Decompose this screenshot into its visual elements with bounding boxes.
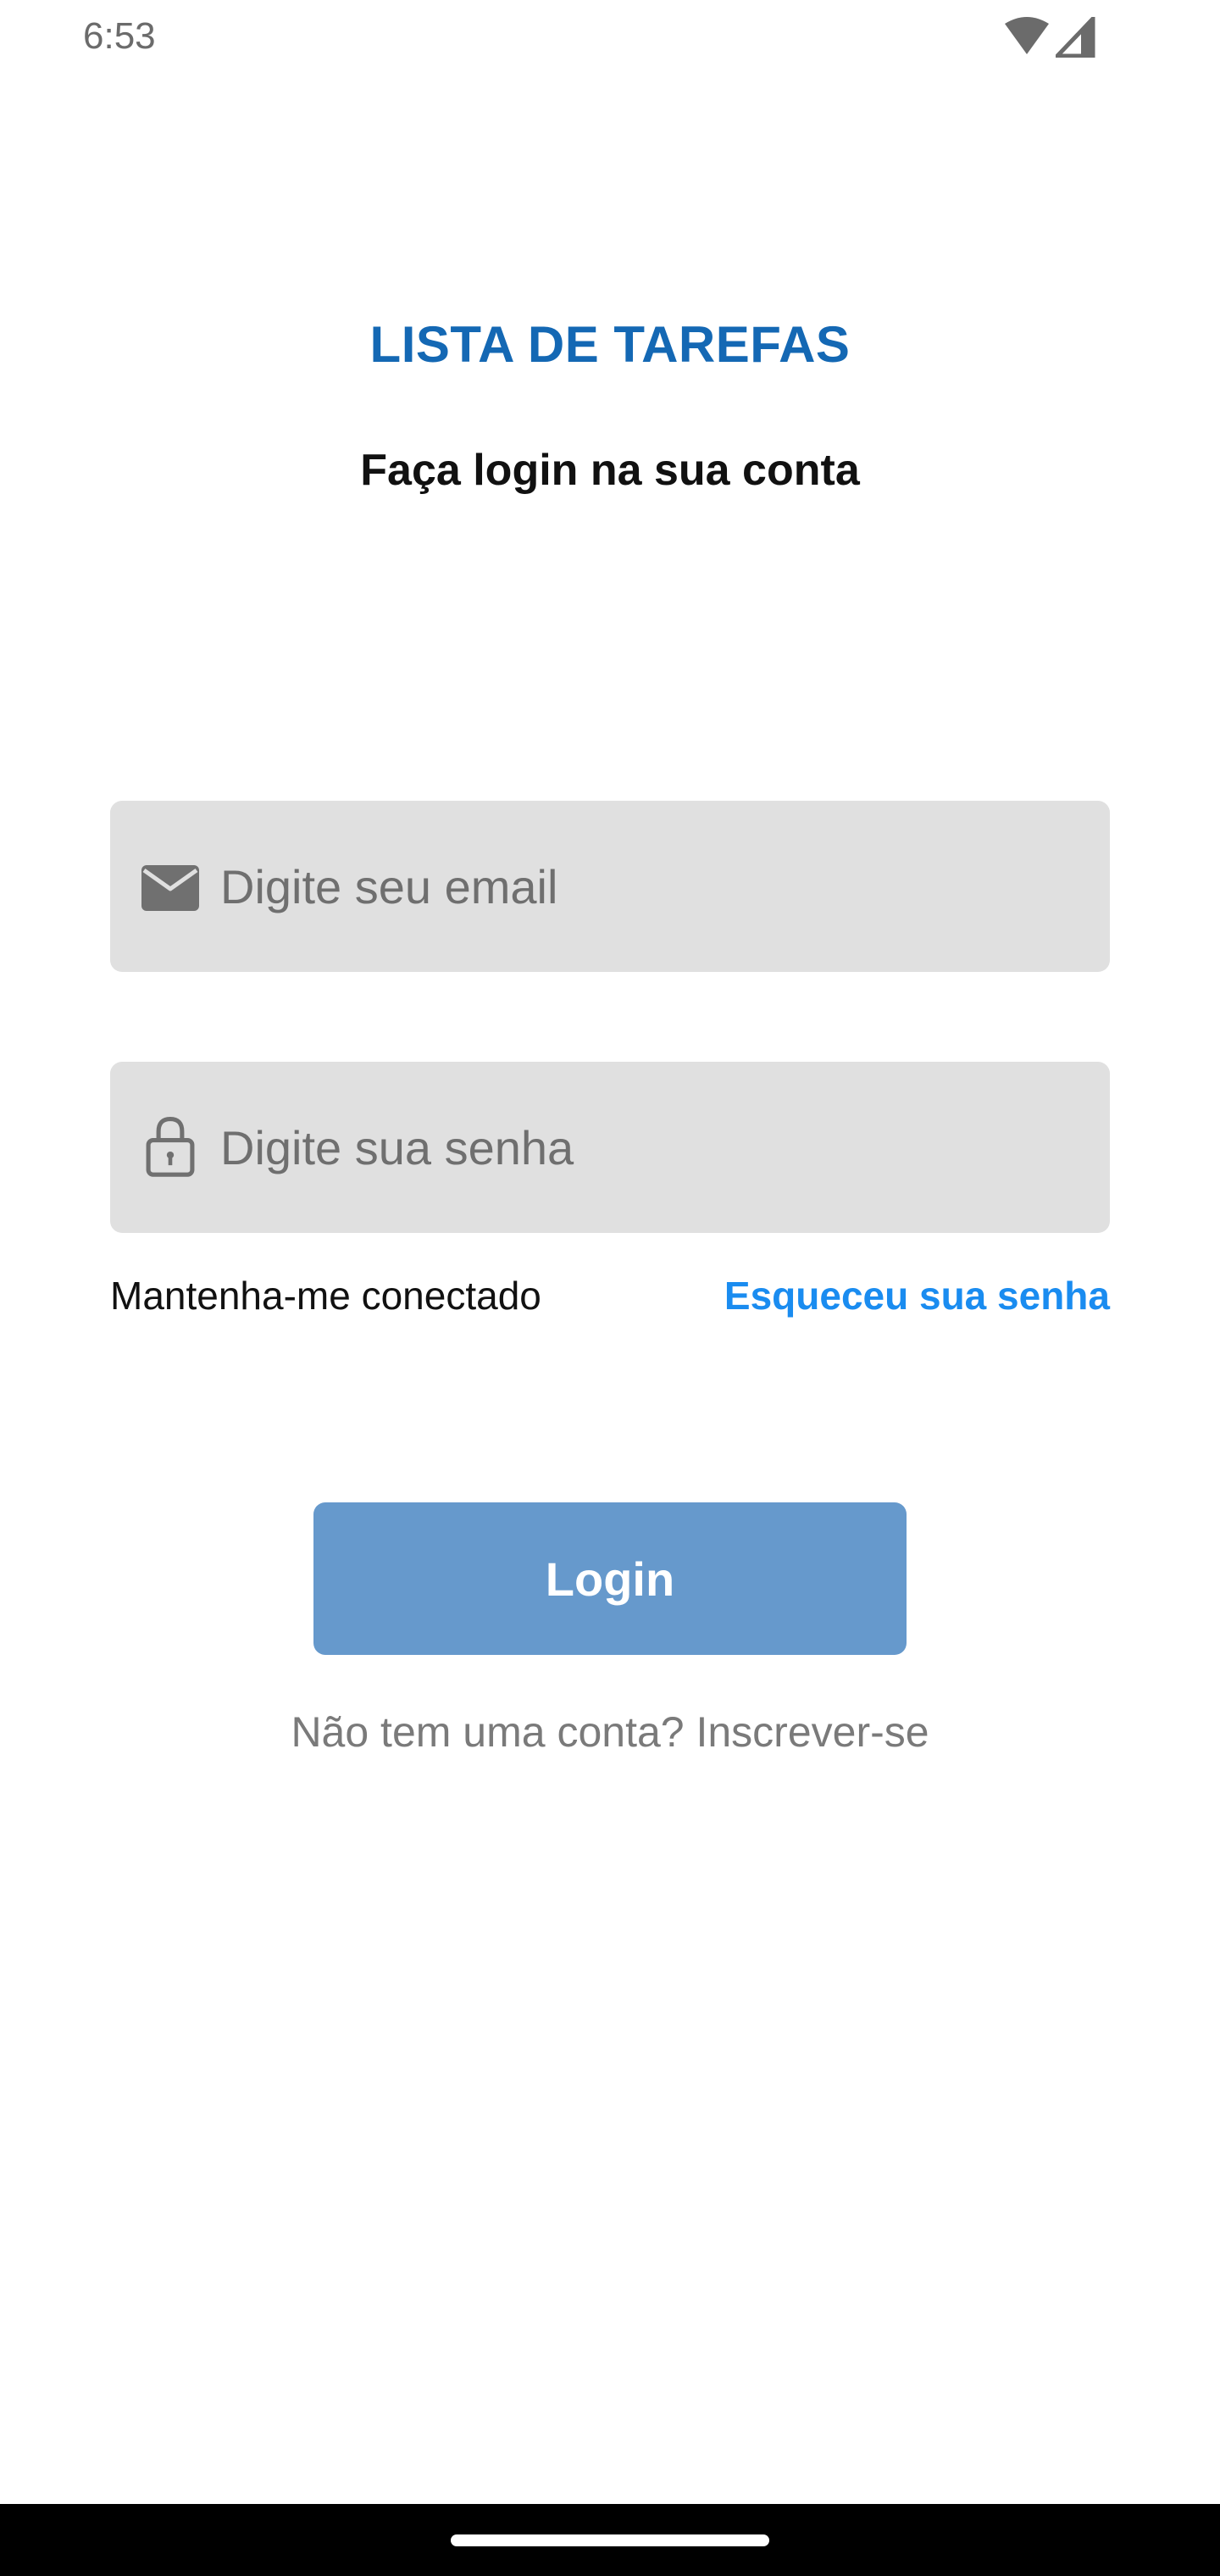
remember-me-label[interactable]: Mantenha-me conectado (110, 1273, 541, 1319)
email-input[interactable] (220, 801, 1084, 972)
wifi-icon (1005, 17, 1049, 54)
password-input[interactable] (220, 1062, 1084, 1233)
mail-icon (141, 865, 199, 911)
navigation-bar (0, 2504, 1220, 2576)
page-subtitle: Faça login na sua conta (360, 446, 860, 495)
signup-prompt: Não tem uma conta? Inscrever-se (0, 1707, 1220, 1757)
status-time: 6:53 (83, 15, 156, 57)
app-title: LISTA DE TAREFAS (369, 316, 851, 373)
cellular-signal-icon (1056, 17, 1095, 58)
status-bar: 6:53 (0, 0, 1220, 76)
status-icons (1003, 17, 1096, 58)
lock-icon (146, 1117, 195, 1177)
login-button[interactable]: Login (313, 1502, 907, 1655)
home-gesture-handle[interactable] (451, 2534, 769, 2546)
signup-link[interactable]: Inscrever-se (696, 1708, 929, 1756)
password-field[interactable] (110, 1062, 1110, 1233)
no-account-text: Não tem uma conta? (291, 1708, 685, 1756)
forgot-password-link[interactable]: Esqueceu sua senha (724, 1273, 1110, 1319)
email-field[interactable] (110, 801, 1110, 972)
